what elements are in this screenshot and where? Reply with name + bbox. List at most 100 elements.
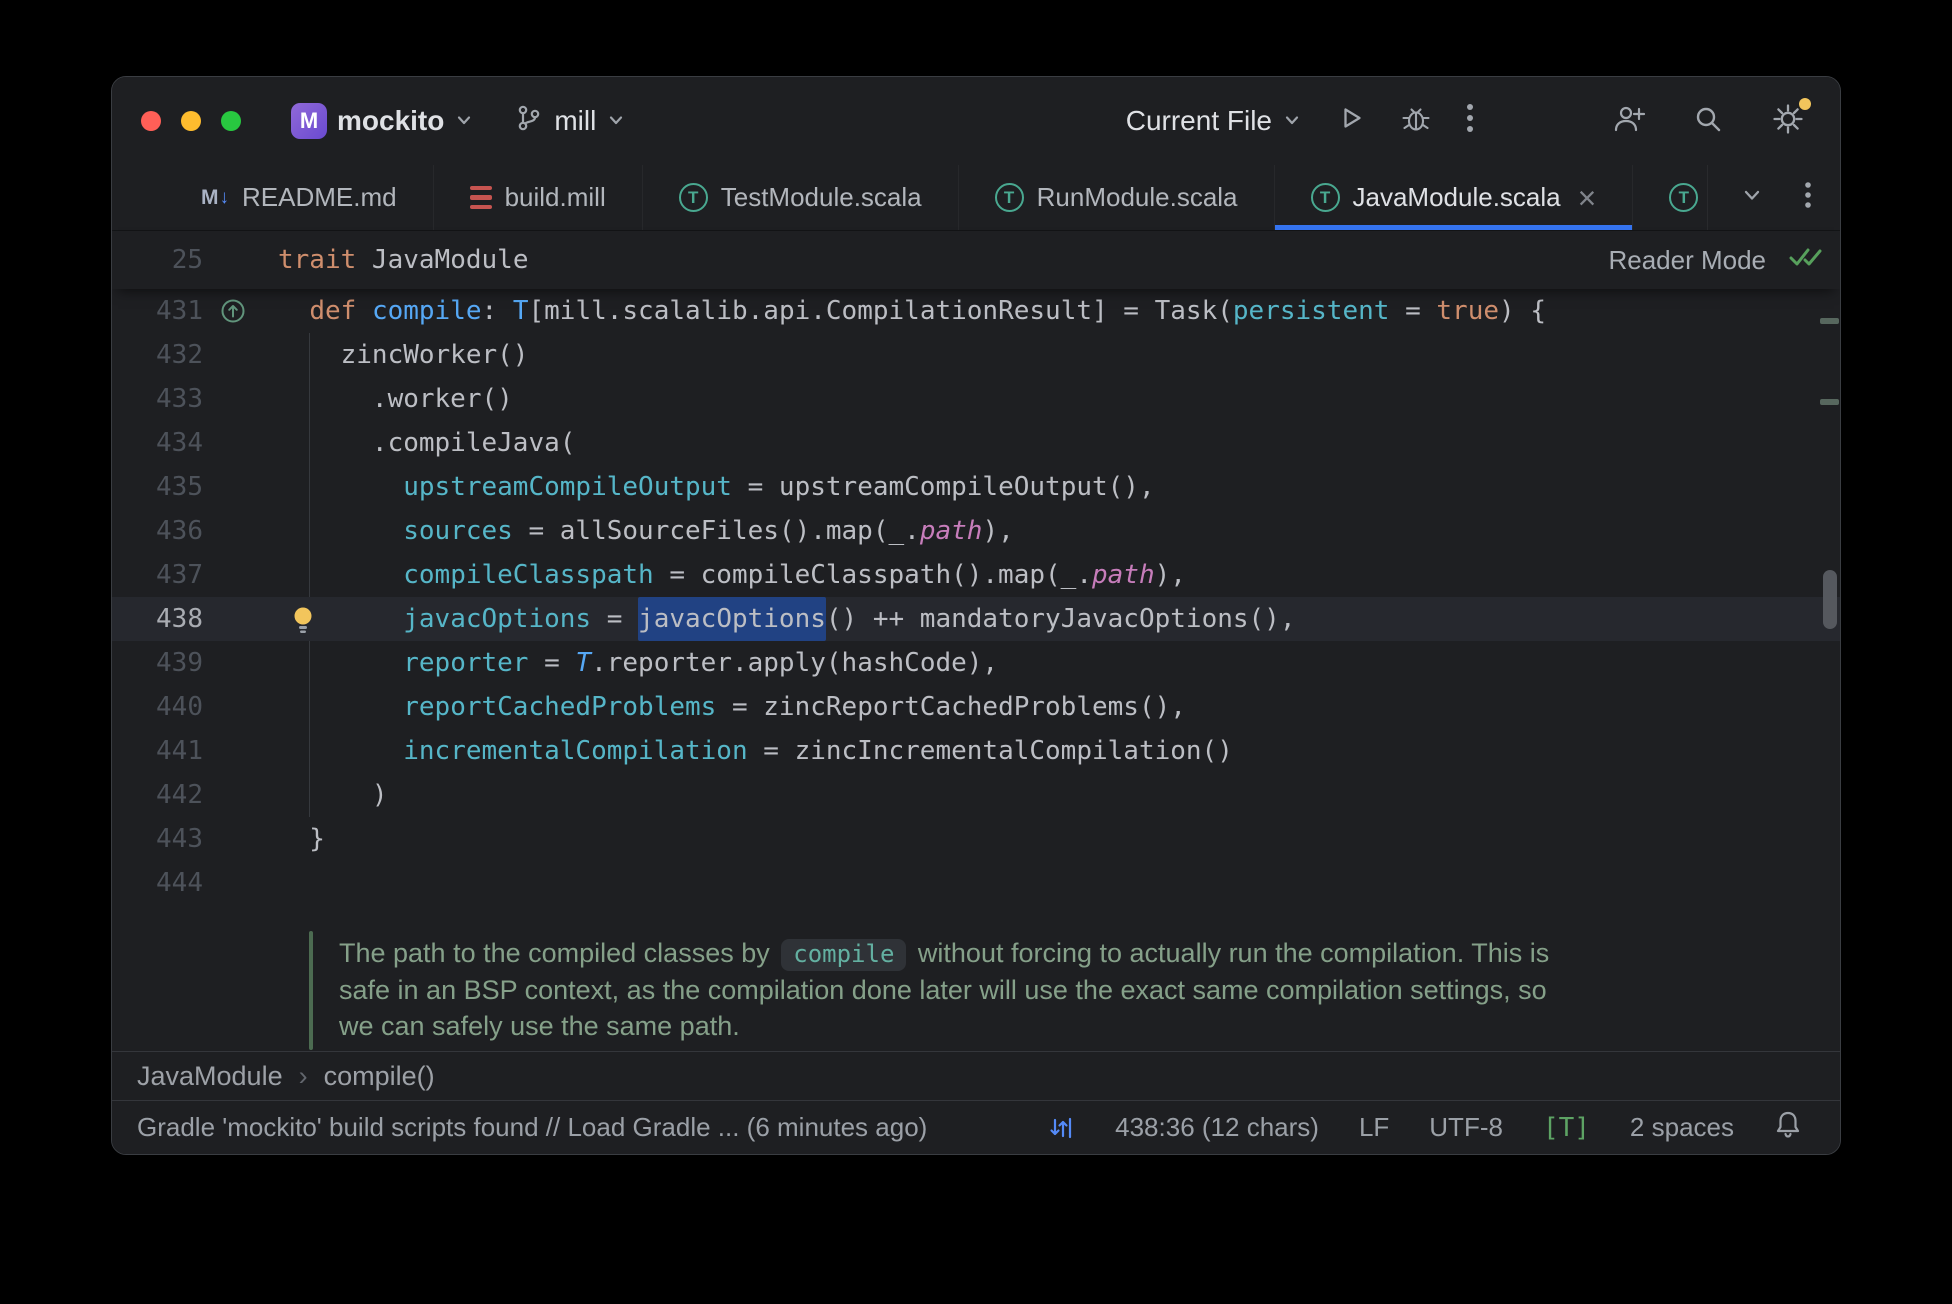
code-with-me-button[interactable] bbox=[1612, 103, 1646, 140]
code-line-440[interactable]: 440 reportCachedProblems = zincReportCac… bbox=[112, 685, 1840, 729]
code-line-433[interactable]: 433 .worker() bbox=[112, 377, 1840, 421]
chevron-down-icon bbox=[1740, 183, 1764, 212]
breadcrumb-item[interactable]: compile() bbox=[324, 1061, 435, 1092]
code-line-442[interactable]: 442 ) bbox=[112, 773, 1840, 817]
line-number: 436 bbox=[156, 516, 203, 546]
zoom-window-button[interactable] bbox=[221, 111, 241, 131]
tab-label: JavaModule.scala bbox=[1352, 182, 1561, 212]
error-stripe-mark[interactable] bbox=[1820, 399, 1839, 405]
caret-sync-icon[interactable] bbox=[1045, 1113, 1075, 1143]
indent-widget[interactable]: 2 spaces bbox=[1630, 1112, 1734, 1143]
tab-RunModule.scala[interactable]: T RunModule.scala bbox=[959, 165, 1275, 230]
sticky-code-text: trait JavaModule bbox=[278, 245, 529, 275]
t-indicator-widget[interactable]: [T] bbox=[1543, 1113, 1590, 1143]
reader-mode-label: Reader Mode bbox=[1608, 244, 1766, 275]
run-configuration-selector[interactable]: Current File bbox=[1126, 105, 1302, 137]
error-stripe-mark[interactable] bbox=[1820, 318, 1839, 324]
code-line-443[interactable]: 443 } bbox=[112, 817, 1840, 861]
code-text: incrementalCompilation = zincIncremental… bbox=[403, 736, 1233, 766]
implementing-member-icon[interactable] bbox=[203, 289, 247, 333]
line-number: 438 bbox=[156, 604, 203, 634]
editor-scrollbar[interactable] bbox=[1823, 570, 1837, 629]
close-window-button[interactable] bbox=[141, 111, 161, 131]
code-line-438[interactable]: 438 javacOptions = javacOptions() ++ man… bbox=[112, 597, 1840, 641]
line-number: 431 bbox=[156, 296, 203, 326]
code-text: zincWorker() bbox=[278, 340, 529, 370]
sticky-context-line[interactable]: 25 trait JavaModule Reader Mode bbox=[112, 231, 1840, 289]
tab-README.md[interactable]: M ↓ README.md bbox=[165, 165, 434, 230]
kebab-menu-icon bbox=[1466, 102, 1474, 141]
code-text: .worker() bbox=[278, 384, 513, 414]
debug-button[interactable] bbox=[1400, 102, 1432, 141]
editor[interactable]: 431 def compile: T[mill.scalalib.api.Com… bbox=[112, 289, 1840, 1051]
doc-comment-bar bbox=[309, 931, 313, 1050]
project-widget[interactable]: M mockito bbox=[291, 103, 474, 139]
settings-notification-dot bbox=[1799, 97, 1811, 110]
code-text: def compile: T[mill.scalalib.api.Compila… bbox=[309, 296, 1546, 326]
search-everywhere-button[interactable] bbox=[1692, 103, 1724, 140]
code-line-437[interactable]: 437 compileClasspath = compileClasspath(… bbox=[112, 553, 1840, 597]
code-line-439[interactable]: 439 reporter = T.reporter.apply(hashCode… bbox=[112, 641, 1840, 685]
close-icon[interactable]: × bbox=[1578, 182, 1597, 214]
double-check-icon[interactable] bbox=[1788, 244, 1824, 277]
settings-button[interactable] bbox=[1770, 97, 1811, 142]
code-text: } bbox=[278, 824, 325, 854]
chevron-down-icon bbox=[606, 105, 626, 137]
breadcrumb-separator: › bbox=[298, 1060, 308, 1091]
notifications-button[interactable] bbox=[1774, 1109, 1802, 1146]
gutter-space bbox=[203, 817, 247, 861]
gutter-space bbox=[203, 333, 247, 377]
selected-text: javacOptions bbox=[638, 597, 826, 641]
code-text: ) bbox=[278, 780, 388, 810]
code-line-432[interactable]: 432 zincWorker() bbox=[112, 333, 1840, 377]
minimize-window-button[interactable] bbox=[181, 111, 201, 131]
markdown-icon: M ↓ bbox=[201, 185, 229, 209]
code-line-435[interactable]: 435 upstreamCompileOutput = upstreamComp… bbox=[112, 465, 1840, 509]
line-number: 442 bbox=[156, 780, 203, 810]
code-line-444[interactable]: 444 bbox=[112, 861, 1840, 905]
tab-options-button[interactable] bbox=[1804, 180, 1812, 215]
statusbar: Gradle 'mockito' build scripts found // … bbox=[112, 1100, 1840, 1154]
run-cluster: Current File bbox=[1126, 102, 1474, 141]
code-line-434[interactable]: 434 .compileJava( bbox=[112, 421, 1840, 465]
hidden-tabs-button[interactable] bbox=[1740, 183, 1764, 212]
tab-label: README.md bbox=[242, 182, 397, 212]
project-name: mockito bbox=[337, 105, 445, 136]
vcs-branch-widget[interactable]: mill bbox=[514, 103, 626, 140]
reader-mode-widget[interactable]: Reader Mode bbox=[1608, 244, 1840, 277]
window-controls bbox=[141, 111, 241, 131]
gutter-space bbox=[203, 641, 247, 685]
statusbar-widgets: 438:36 (12 chars) LF UTF-8 [T] 2 spaces bbox=[1045, 1109, 1802, 1146]
tab-clipped[interactable]: T bbox=[1633, 165, 1705, 230]
titlebar-icons bbox=[1612, 97, 1811, 142]
code-area[interactable]: 431 def compile: T[mill.scalalib.api.Com… bbox=[112, 289, 1840, 905]
bell-icon bbox=[1774, 1109, 1802, 1146]
play-icon bbox=[1336, 103, 1366, 140]
tab-JavaModule.scala[interactable]: T JavaModule.scala × bbox=[1274, 165, 1634, 230]
inline-code-chip: compile bbox=[781, 939, 907, 971]
tab-build.mill[interactable]: build.mill bbox=[434, 165, 643, 230]
scala-trait-icon: T bbox=[994, 183, 1024, 212]
encoding-widget[interactable]: UTF-8 bbox=[1429, 1112, 1503, 1143]
doc-comment: The path to the compiled classes by comp… bbox=[112, 935, 1840, 1044]
line-number: 441 bbox=[156, 736, 203, 766]
gutter-space bbox=[203, 553, 247, 597]
code-line-436[interactable]: 436 sources = allSourceFiles().map(_.pat… bbox=[112, 509, 1840, 553]
branch-name: mill bbox=[554, 105, 597, 136]
line-number: 440 bbox=[156, 692, 203, 722]
more-actions-button[interactable] bbox=[1466, 102, 1474, 141]
code-line-431[interactable]: 431 def compile: T[mill.scalalib.api.Com… bbox=[112, 289, 1840, 333]
run-button[interactable] bbox=[1336, 103, 1366, 140]
line-number: 435 bbox=[156, 472, 203, 502]
gutter-space bbox=[203, 421, 247, 465]
caret-position-widget[interactable]: 438:36 (12 chars) bbox=[1115, 1112, 1319, 1143]
status-message[interactable]: Gradle 'mockito' build scripts found // … bbox=[137, 1112, 927, 1143]
line-number: 443 bbox=[156, 824, 203, 854]
code-text: upstreamCompileOutput = upstreamCompileO… bbox=[403, 472, 1155, 502]
tab-TestModule.scala[interactable]: T TestModule.scala bbox=[643, 165, 959, 230]
line-separator-widget[interactable]: LF bbox=[1359, 1112, 1389, 1143]
code-line-441[interactable]: 441 incrementalCompilation = zincIncreme… bbox=[112, 729, 1840, 773]
tab-controls bbox=[1707, 165, 1840, 230]
breadcrumb-item[interactable]: JavaModule bbox=[137, 1061, 283, 1092]
